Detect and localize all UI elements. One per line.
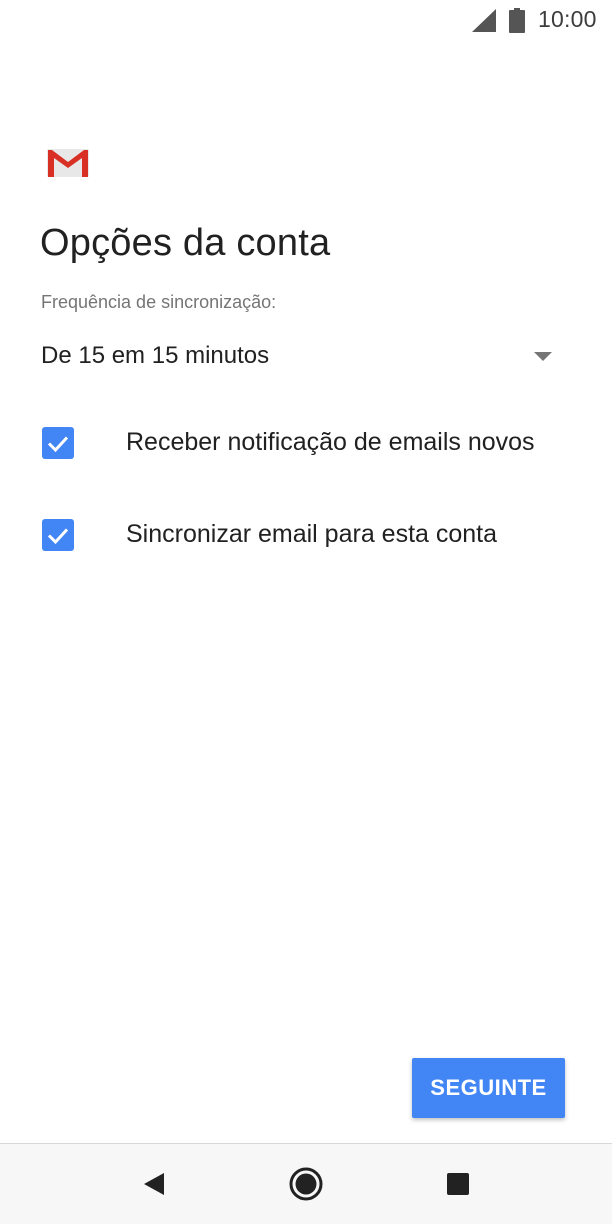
status-time: 10:00 — [538, 6, 597, 32]
status-bar: 10:00 — [0, 0, 612, 44]
next-button[interactable]: SEGUINTE — [412, 1058, 565, 1118]
back-icon[interactable] — [134, 1164, 174, 1204]
battery-icon — [509, 8, 525, 33]
dropdown-arrow-icon — [534, 352, 552, 361]
sync-frequency-label: Frequência de sincronização: — [41, 292, 277, 312]
signal-icon — [472, 9, 496, 32]
check-icon — [47, 436, 69, 453]
home-icon[interactable] — [286, 1164, 326, 1204]
account-options-screen: 10:00 Opções da conta Frequência de sinc… — [0, 0, 612, 1224]
sync-frequency-dropdown[interactable]: De 15 em 15 minutos — [41, 330, 571, 384]
recents-icon[interactable] — [438, 1164, 478, 1204]
gmail-logo — [47, 149, 89, 177]
sync-email-checkbox[interactable] — [42, 519, 74, 551]
sync-frequency-value: De 15 em 15 minutos — [41, 342, 270, 369]
sync-email-label: Sincronizar email para esta conta — [126, 520, 498, 548]
check-icon — [47, 528, 69, 545]
navigation-bar — [0, 1143, 612, 1224]
notify-new-email-checkbox[interactable] — [42, 427, 74, 459]
notify-new-email-label: Receber notificação de emails novos — [126, 428, 535, 456]
notify-new-email-option[interactable]: Receber notificação de emails novos — [0, 408, 612, 478]
sync-email-option[interactable]: Sincronizar email para esta conta — [0, 500, 612, 570]
page-title: Opções da conta — [40, 222, 331, 264]
